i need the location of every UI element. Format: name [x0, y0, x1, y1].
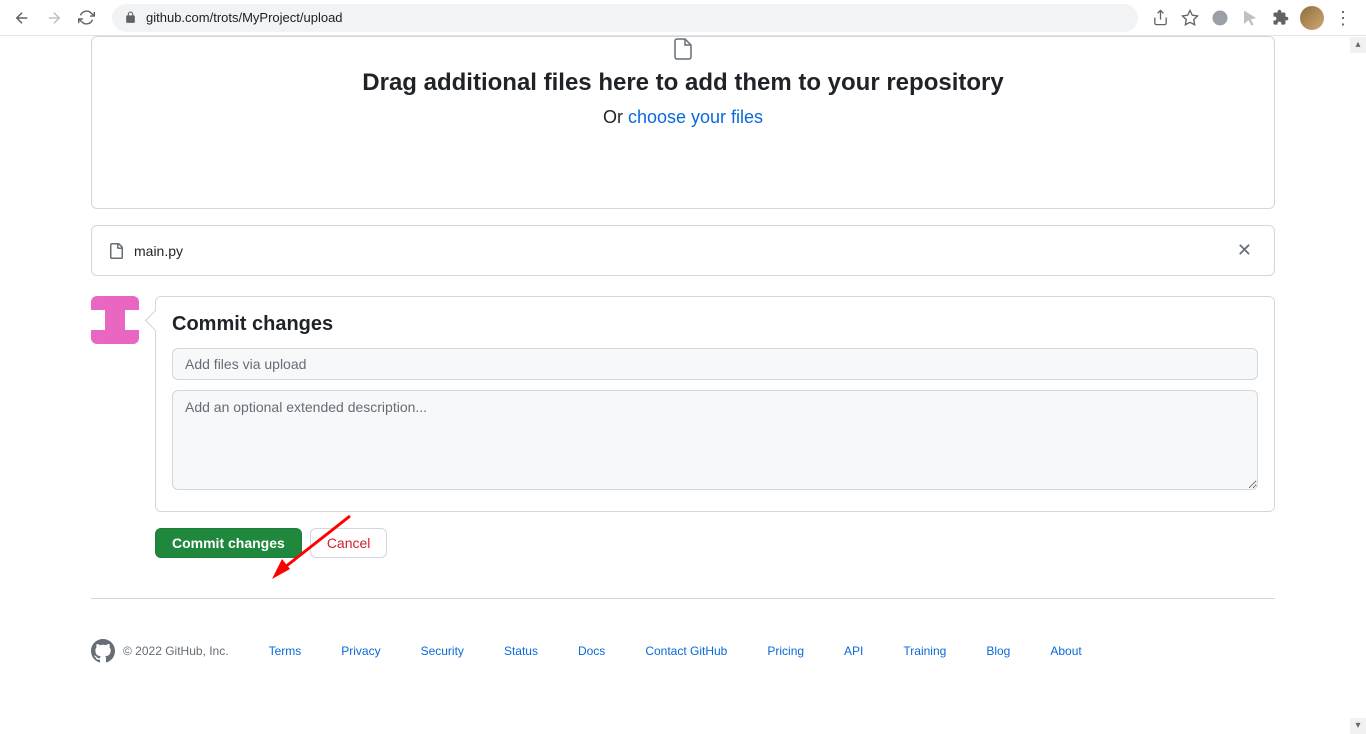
lock-icon [124, 11, 138, 25]
cancel-button[interactable]: Cancel [310, 528, 388, 558]
footer-link-pricing[interactable]: Pricing [767, 644, 804, 658]
footer-link-about[interactable]: About [1050, 644, 1081, 658]
file-icon [108, 243, 124, 259]
commit-changes-button[interactable]: Commit changes [155, 528, 302, 558]
footer-links: Terms Privacy Security Status Docs Conta… [269, 644, 1275, 658]
commit-box: Commit changes [155, 296, 1275, 512]
globe-icon[interactable] [1210, 8, 1230, 28]
extensions-icon[interactable] [1270, 8, 1290, 28]
commit-description-textarea[interactable] [172, 390, 1258, 490]
footer-link-security[interactable]: Security [421, 644, 464, 658]
footer-link-blog[interactable]: Blog [986, 644, 1010, 658]
choose-files-link[interactable]: choose your files [628, 107, 763, 127]
commit-buttons: Commit changes Cancel [155, 528, 1275, 558]
footer-link-terms[interactable]: Terms [269, 644, 302, 658]
footer-link-contact[interactable]: Contact GitHub [645, 644, 727, 658]
drop-zone-subtitle: Or choose your files [112, 107, 1254, 128]
github-logo-icon [91, 639, 115, 663]
page-footer: © 2022 GitHub, Inc. Terms Privacy Securi… [91, 599, 1275, 703]
share-icon[interactable] [1150, 8, 1170, 28]
cursor-icon[interactable] [1240, 8, 1260, 28]
scroll-up-icon[interactable]: ▴ [1350, 37, 1366, 53]
reload-button[interactable] [72, 4, 100, 32]
toolbar-icons: ⋮ [1150, 6, 1358, 30]
star-icon[interactable] [1180, 8, 1200, 28]
commit-summary-input[interactable] [172, 348, 1258, 380]
page-content: Drag additional files here to add them t… [0, 36, 1366, 734]
commit-heading: Commit changes [172, 313, 1258, 336]
drop-zone-title: Drag additional files here to add them t… [112, 69, 1254, 97]
address-bar[interactable]: github.com/trots/MyProject/upload [112, 4, 1138, 32]
remove-file-button[interactable]: ✕ [1231, 238, 1258, 263]
footer-link-privacy[interactable]: Privacy [341, 644, 380, 658]
footer-link-docs[interactable]: Docs [578, 644, 605, 658]
file-name: main.py [134, 243, 1231, 259]
url-text: github.com/trots/MyProject/upload [146, 10, 343, 25]
upload-file-icon [671, 37, 695, 61]
footer-link-api[interactable]: API [844, 644, 863, 658]
footer-link-status[interactable]: Status [504, 644, 538, 658]
commit-section: Commit changes [91, 296, 1275, 512]
profile-avatar-icon[interactable] [1300, 6, 1324, 30]
back-button[interactable] [8, 4, 36, 32]
scroll-down-icon[interactable]: ▾ [1350, 718, 1366, 734]
uploaded-file-row: main.py ✕ [91, 225, 1275, 276]
file-drop-zone[interactable]: Drag additional files here to add them t… [91, 36, 1275, 209]
browser-toolbar: github.com/trots/MyProject/upload ⋮ [0, 0, 1366, 36]
forward-button[interactable] [40, 4, 68, 32]
footer-copyright: © 2022 GitHub, Inc. [91, 639, 229, 663]
footer-link-training[interactable]: Training [903, 644, 946, 658]
menu-icon[interactable]: ⋮ [1334, 9, 1352, 27]
user-avatar [91, 296, 139, 344]
